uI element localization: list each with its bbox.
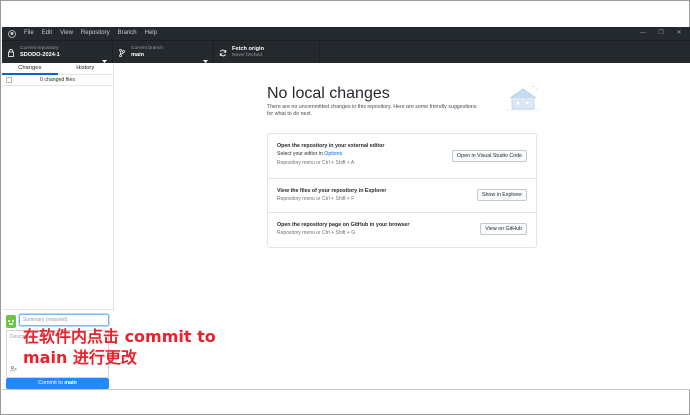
options-link[interactable]: Options	[324, 151, 342, 157]
suggestion-title: View the files of your repository in Exp…	[277, 188, 387, 194]
menu-view[interactable]: View	[60, 27, 73, 40]
suggestion-desc-text: Select your editor in	[277, 151, 325, 157]
page-title: No local changes	[267, 85, 390, 102]
fetch-status: Never fetched	[232, 53, 262, 58]
current-repository-button[interactable]: Current repository SDODO-2024-1	[2, 41, 113, 64]
commit-button-branch: main	[64, 380, 77, 386]
empty-state-illustration	[506, 83, 542, 120]
open-in-editor-button[interactable]: Open in Visual Studio Code	[452, 150, 527, 162]
toolbar: Current repository SDODO-2024-1 Current …	[2, 40, 690, 64]
current-branch-button[interactable]: Current branch main	[113, 41, 214, 64]
sidebar-tabs: Changes History	[2, 63, 113, 75]
current-branch-value: main	[131, 52, 145, 58]
title-bar: File Edit View Repository Branch Help — …	[2, 27, 690, 40]
menu-edit[interactable]: Edit	[42, 27, 52, 40]
close-button[interactable]: ✕	[670, 27, 688, 40]
menu-help[interactable]: Help	[145, 27, 157, 40]
fetch-origin-label: Fetch origin	[232, 46, 265, 52]
divider	[2, 389, 690, 390]
minimize-button[interactable]: —	[634, 27, 652, 40]
avatar	[6, 315, 16, 328]
suggestion-desc: Select your editor in Options	[277, 151, 342, 157]
current-repository-value: SDODO-2024-1	[20, 52, 60, 58]
commit-button-prefix: Commit to	[38, 380, 65, 386]
shortcut-hint: Repository menu or Ctrl + Shift + A	[277, 160, 355, 166]
shortcut-hint: Repository menu or Ctrl + Shift + F	[277, 196, 355, 202]
tab-history[interactable]: History	[58, 63, 114, 74]
add-coauthor-icon[interactable]	[10, 366, 17, 374]
annotation-line-2: main 进行更改	[23, 348, 137, 367]
fetch-origin-button[interactable]: Fetch origin Never fetched	[214, 41, 320, 64]
suggestion-title: Open the repository in your external edi…	[277, 143, 385, 149]
annotation-line-1: 在软件内点击 commit to	[23, 327, 216, 346]
maximize-button[interactable]: ❐	[652, 27, 670, 40]
menu-repository[interactable]: Repository	[81, 27, 110, 40]
suggestion-row-editor: Open the repository in your external edi…	[268, 134, 536, 179]
suggestion-row-explorer: View the files of your repository in Exp…	[268, 179, 536, 213]
show-in-explorer-button[interactable]: Show in Explorer	[476, 189, 527, 201]
instruction-annotation: 在软件内点击 commit to main 进行更改	[23, 326, 216, 368]
app-window: File Edit View Repository Branch Help — …	[0, 0, 690, 415]
sync-icon	[216, 49, 230, 57]
menu-file[interactable]: File	[24, 27, 34, 40]
shortcut-hint: Repository menu or Ctrl + Shift + G	[277, 230, 356, 236]
menu-branch[interactable]: Branch	[118, 27, 137, 40]
summary-input[interactable]: Summary (required)	[19, 314, 109, 326]
menu-bar: File Edit View Repository Branch Help	[24, 27, 165, 40]
repo-icon	[4, 48, 18, 57]
suggestion-title: Open the repository page on GitHub in yo…	[277, 222, 410, 228]
suggestion-row-github: Open the repository page on GitHub in yo…	[268, 213, 536, 247]
tab-changes[interactable]: Changes	[2, 63, 58, 75]
view-on-github-button[interactable]: View on GitHub	[480, 223, 527, 235]
changed-files-count: 0 changed files	[40, 77, 75, 83]
github-logo-icon	[5, 27, 18, 40]
changes-header: 0 changed files	[2, 75, 113, 86]
suggestions-card: Open the repository in your external edi…	[267, 133, 537, 248]
commit-button[interactable]: Commit to main	[6, 378, 109, 389]
page-subtext: There are no uncommitted changes in this…	[267, 104, 477, 117]
window-controls: — ❐ ✕	[634, 27, 688, 40]
branch-icon	[115, 48, 129, 57]
